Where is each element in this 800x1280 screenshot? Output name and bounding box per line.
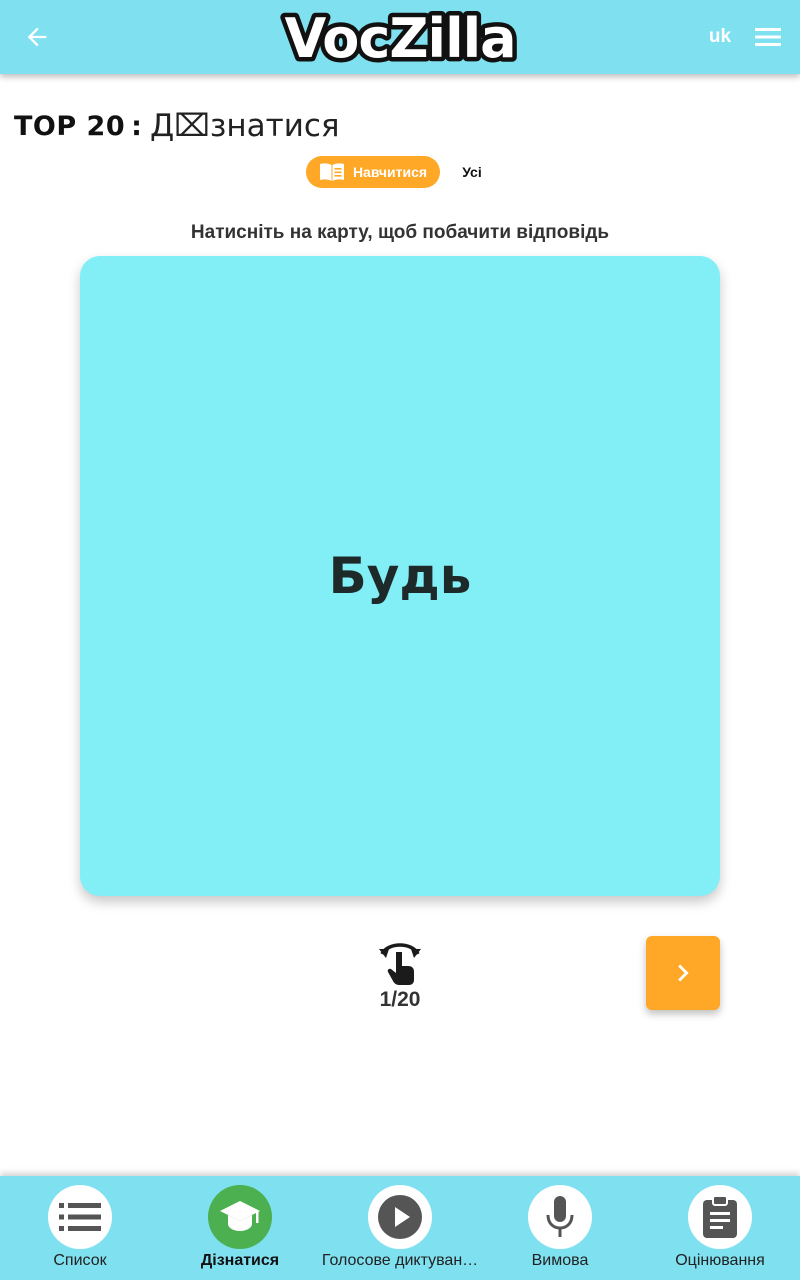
open-book-icon [319, 163, 344, 181]
chevron-right-icon [678, 964, 689, 982]
menu-button[interactable] [752, 22, 784, 52]
nav-icon-circle [688, 1185, 752, 1249]
svg-text:VocZilla: VocZilla [284, 7, 515, 70]
microphone-icon [546, 1196, 574, 1237]
nav-item-list[interactable]: Список [0, 1176, 160, 1280]
top-app-bar: VocZilla VocZilla uk [0, 0, 800, 74]
graduation-cap-icon [220, 1201, 260, 1231]
hamburger-menu-icon [755, 28, 781, 46]
nav-item-learn[interactable]: Дізнатися [160, 1176, 320, 1280]
tap-rotate-icon [379, 943, 421, 985]
language-selector[interactable]: uk [700, 26, 740, 50]
next-card-button[interactable] [646, 936, 720, 1010]
app-root: VocZilla VocZilla uk TOP 20 : Д⌧знатися … [0, 0, 800, 1280]
nav-icon-circle [208, 1185, 272, 1249]
page-title: TOP 20 : Д⌧знатися [14, 104, 340, 148]
nav-icon-circle [528, 1185, 592, 1249]
clipboard-icon [703, 1195, 737, 1238]
all-mode-button[interactable]: Усі [452, 156, 492, 188]
learn-mode-label: Навчитися [352, 164, 428, 180]
title-word: Д⌧знатися [149, 108, 340, 144]
nav-item-pronunciation[interactable]: Вимова [480, 1176, 640, 1280]
nav-icon-circle [368, 1185, 432, 1249]
title-separator: : [131, 110, 142, 142]
flash-card[interactable]: Будь [80, 256, 720, 896]
arrow-left-icon [27, 27, 47, 47]
nav-label-pronunciation: Вимова [531, 1252, 589, 1269]
card-word: Будь [328, 547, 472, 605]
nav-label-assessment: Оцінювання [675, 1252, 765, 1269]
learn-mode-button[interactable]: Навчитися [306, 156, 440, 188]
instruction-text: Натисніть на карту, щоб побачити відпові… [190, 222, 610, 243]
title-prefix: TOP 20 [14, 110, 126, 142]
voczilla-logo: VocZilla VocZilla [280, 6, 521, 70]
nav-label-list: Список [53, 1252, 107, 1269]
nav-icon-circle [48, 1185, 112, 1249]
nav-label-dictation: Голосове диктуван… [321, 1252, 479, 1269]
list-icon [59, 1203, 101, 1231]
nav-item-dictation[interactable]: Голосове диктуван… [320, 1176, 480, 1280]
card-counter: 1/20 [379, 988, 421, 1011]
nav-item-assessment[interactable]: Оцінювання [640, 1176, 800, 1280]
play-icon [378, 1195, 422, 1239]
bottom-navigation: Список Дізнатися Голосове диктуван… Вимо… [0, 1176, 800, 1280]
nav-label-learn: Дізнатися [200, 1252, 280, 1269]
back-button[interactable] [20, 20, 54, 54]
